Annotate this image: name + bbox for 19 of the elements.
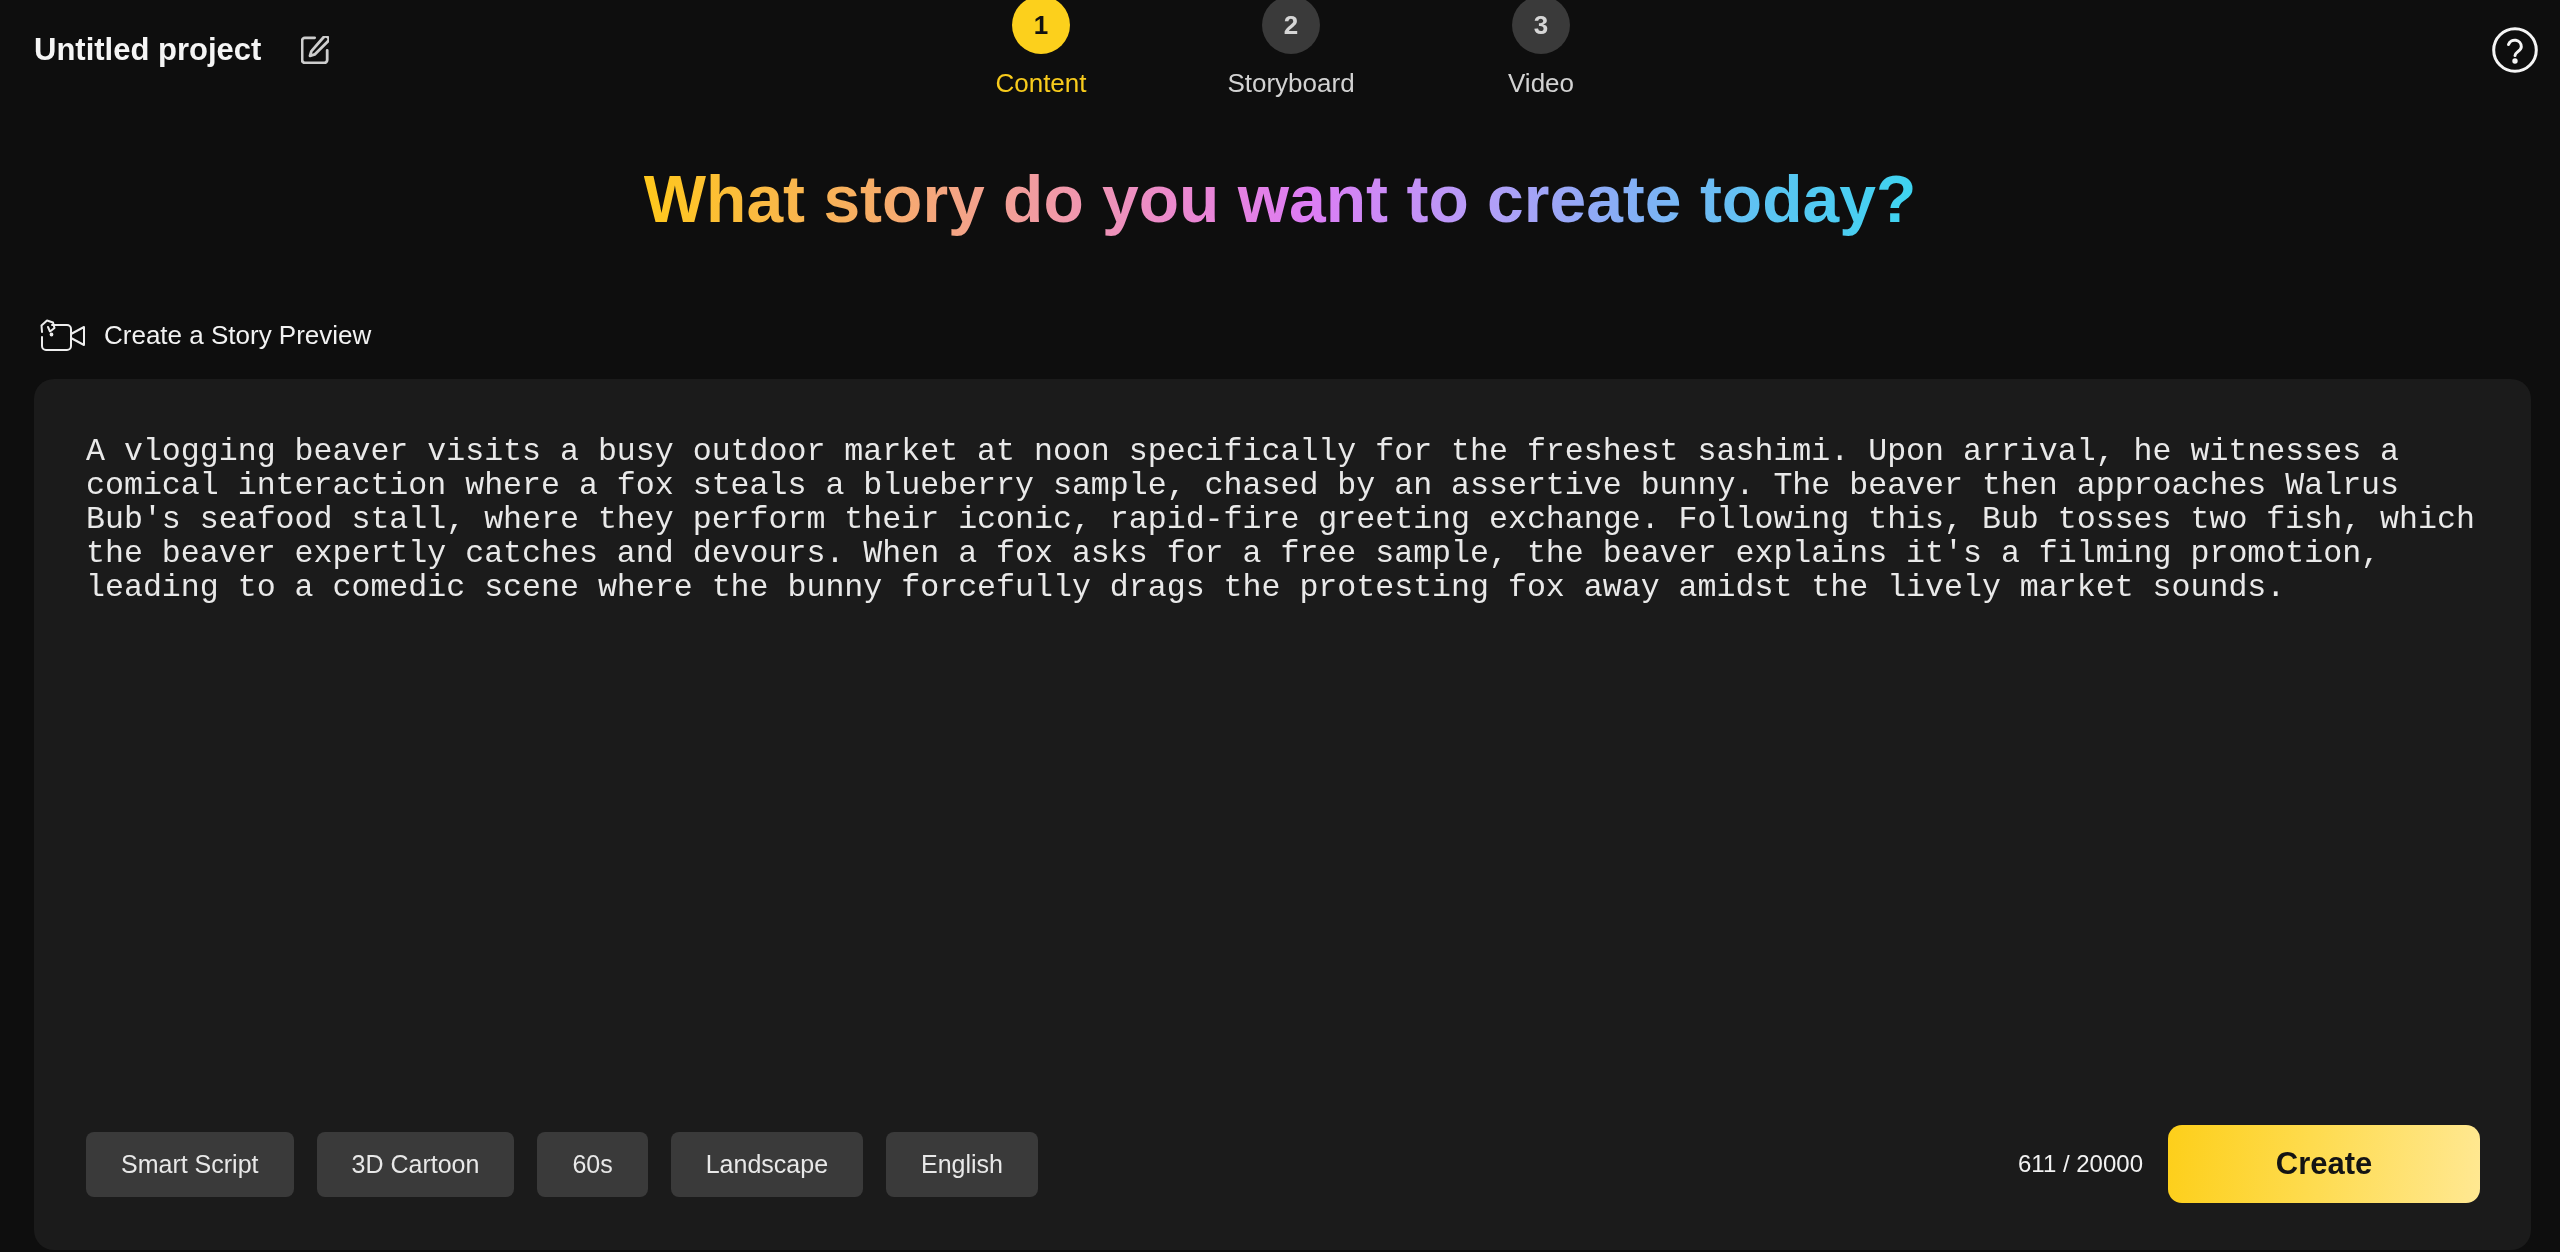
- video-camera-icon: [40, 319, 86, 351]
- help-icon[interactable]: [2492, 27, 2538, 73]
- section-label: Create a Story Preview: [104, 319, 372, 351]
- option-button[interactable]: English: [886, 1131, 1039, 1197]
- option-button[interactable]: Smart Script: [86, 1131, 294, 1197]
- step-number: 3: [1512, 0, 1570, 54]
- option-button[interactable]: 3D Cartoon: [316, 1131, 515, 1197]
- step-tab[interactable]: 3 Video: [1416, 0, 1666, 98]
- option-button[interactable]: Landscape: [670, 1131, 864, 1197]
- step-tab[interactable]: 2 Storyboard: [1166, 0, 1416, 98]
- step-number: 2: [1262, 0, 1320, 54]
- project-title: Untitled project: [34, 32, 262, 68]
- story-text-field[interactable]: A vlogging beaver visits a busy outdoor market at noon specifically for the freshest sashimi. Upon arrival, he witnesses a comical interaction where a fox steals a blueberry sample, chased by an assertive bunny. The beaver then approaches Walrus Bub's seafood stall, where they perform their iconic, rapid-fire greeting exchange. Following this, Bub tosses two fish, which the beaver expertly catches and devours. When a fox asks for a free sample, the beaver explains it's a filming promotion, leading to a comedic scene where the bunny forcefully drags the protesting fox away amidst the lively market sounds.: [86, 418, 2494, 1125]
- edit-icon[interactable]: [301, 36, 330, 64]
- option-button[interactable]: 60s: [537, 1131, 648, 1197]
- create-button[interactable]: Create: [2168, 1125, 2480, 1203]
- step-number: 1: [1012, 0, 1070, 54]
- character-counter: 611 / 20000: [2018, 1150, 2143, 1178]
- step-tab[interactable]: 1 Content: [916, 0, 1166, 98]
